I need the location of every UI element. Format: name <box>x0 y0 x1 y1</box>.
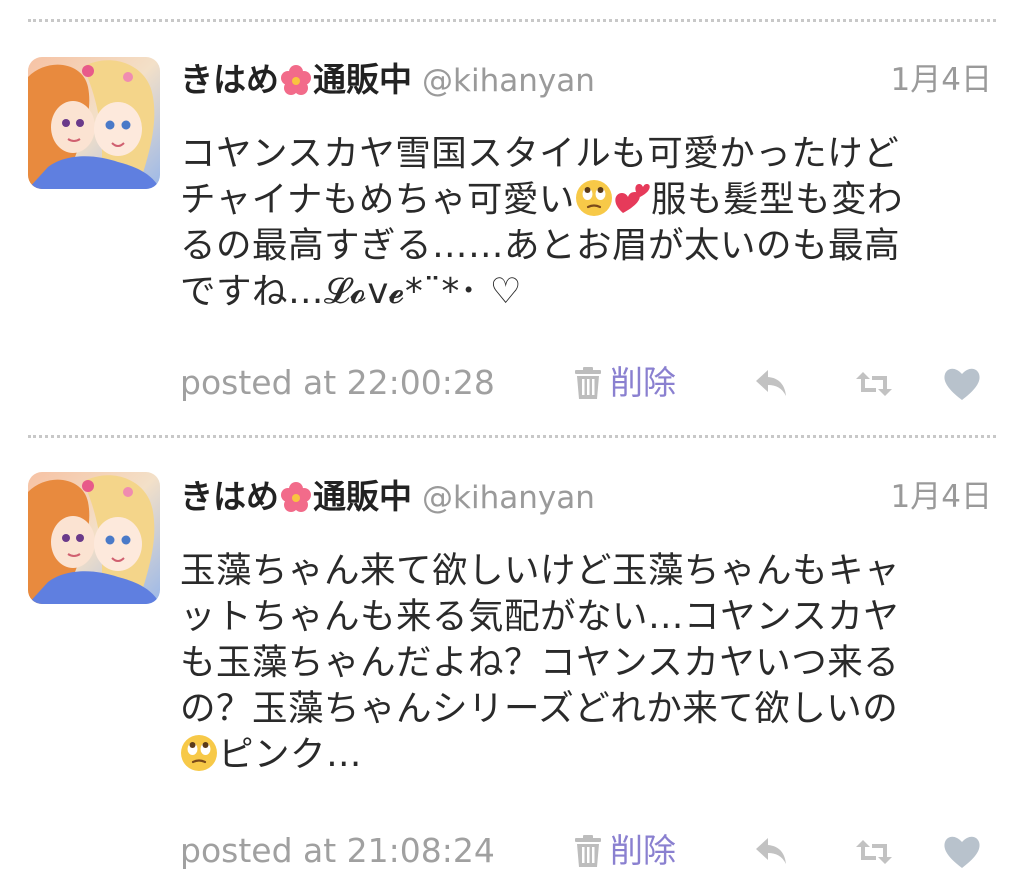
avatar[interactable] <box>28 57 160 189</box>
rolling-eyes-emoji <box>180 734 218 772</box>
user-handle[interactable]: @kihanyan <box>422 63 595 99</box>
display-name-prefix: きはめ <box>180 477 279 516</box>
trash-icon <box>572 366 604 400</box>
hibiscus-icon <box>280 481 312 513</box>
tweet-date[interactable]: 1月4日 <box>891 473 992 521</box>
avatar[interactable] <box>28 472 160 604</box>
delete-button[interactable]: 削除 <box>572 358 676 408</box>
display-name-suffix: 通販中 <box>313 60 412 99</box>
tweet-text-segment: 服も髪型も変わ <box>650 179 903 220</box>
divider-middle <box>28 435 996 438</box>
user-name-row[interactable]: きはめ 通販中 @kihanyan <box>180 56 595 104</box>
tweet-text-line: チャイナもめちゃ可愛い 服も髪型も変わ <box>180 177 1000 223</box>
tweet-text-segment: ピンク… <box>218 734 363 775</box>
display-name-suffix: 通販中 <box>313 477 412 516</box>
tweet-text: コヤンスカヤ雪国スタイルも可愛かったけど チャイナもめちゃ可愛い 服も髪型も変わ … <box>180 131 1000 315</box>
heart-icon[interactable] <box>942 364 982 404</box>
tweet-footer: posted at 22:00:28 削除 <box>180 358 1000 408</box>
delete-label: 削除 <box>610 831 676 870</box>
posted-time: posted at 22:00:28 <box>180 363 495 402</box>
divider-top <box>28 19 996 22</box>
display-name-prefix: きはめ <box>180 60 279 99</box>
tweet-footer: posted at 21:08:24 削除 <box>180 826 1000 876</box>
tweet-text-line: コヤンスカヤ雪国スタイルも可愛かったけど <box>180 133 900 174</box>
tweet-text-line: ピンク… <box>180 732 1000 778</box>
tweet-text-line: 玉藻ちゃん来て欲しいけど玉藻ちゃんもキャ <box>180 550 901 591</box>
delete-label: 削除 <box>610 363 676 402</box>
two-hearts-emoji <box>613 179 651 217</box>
posted-time: posted at 21:08:24 <box>180 831 495 870</box>
tweet-text-line: も玉藻ちゃんだよね？コヤンスカヤいつ来る <box>180 642 900 683</box>
tweet-text-segment: チャイナもめちゃ可愛い <box>180 179 575 220</box>
user-name-row[interactable]: きはめ 通販中 @kihanyan <box>180 473 595 521</box>
rolling-eyes-emoji <box>575 179 613 217</box>
user-handle[interactable]: @kihanyan <box>422 480 595 516</box>
heart-icon[interactable] <box>942 832 982 872</box>
retweet-icon[interactable] <box>854 832 894 872</box>
tweet-date[interactable]: 1月4日 <box>891 56 992 104</box>
tweet-text: 玉藻ちゃん来て欲しいけど玉藻ちゃんもキャ ットちゃんも来る気配がない…コヤンスカ… <box>180 548 1000 778</box>
reply-icon[interactable] <box>752 364 792 404</box>
tweet-text-line: の？玉藻ちゃんシリーズどれか来て欲しいの <box>180 688 899 729</box>
hibiscus-icon <box>280 64 312 96</box>
reply-icon[interactable] <box>752 832 792 872</box>
tweet-text-line: るの最高すぎる……あとお眉が太いのも最高 <box>180 225 901 266</box>
trash-icon <box>572 834 604 868</box>
delete-button[interactable]: 削除 <box>572 826 676 876</box>
tweet-text-line: ですね…𝓛𝓸ⅴ𝓮*¨*･ ♡ <box>180 271 523 312</box>
tweet-text-line: ットちゃんも来る気配がない…コヤンスカヤ <box>180 596 900 637</box>
retweet-icon[interactable] <box>854 364 894 404</box>
